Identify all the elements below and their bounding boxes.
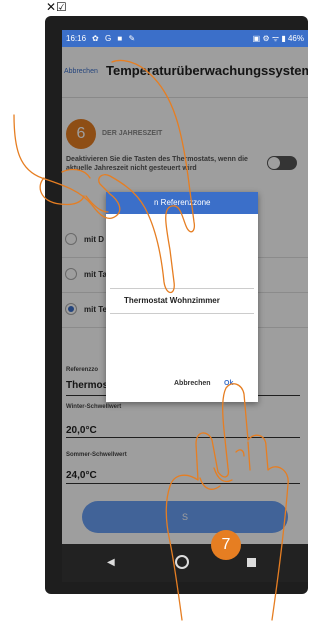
hand-left-illustration [13,59,196,294]
hand-right-knuckles-illustration [199,441,251,490]
hand-right-illustration [165,383,289,621]
hand-illustrations [13,59,289,621]
